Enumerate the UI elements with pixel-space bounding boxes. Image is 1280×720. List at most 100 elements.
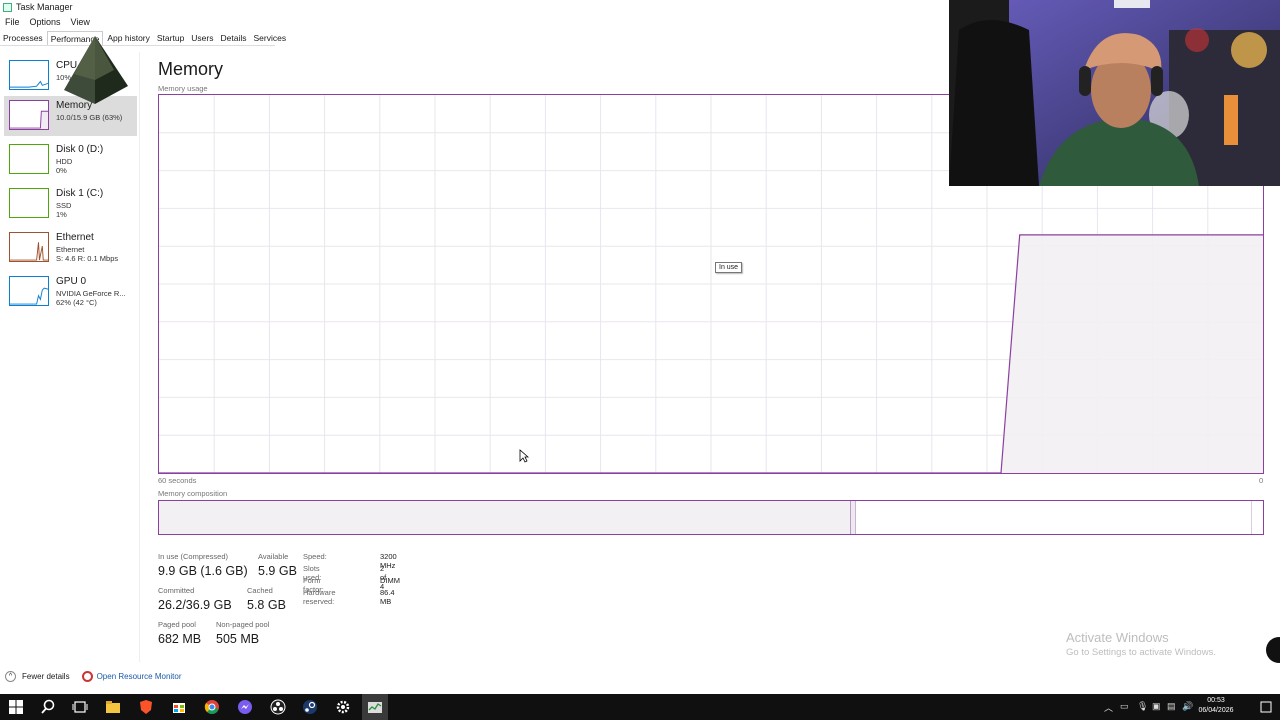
tray-display-icon[interactable]: ▣	[1152, 701, 1161, 712]
stat-label: Cached	[247, 586, 273, 595]
obs-studio-icon[interactable]	[270, 699, 286, 715]
show-hidden-icons-chevron-icon[interactable]: ︿	[1104, 701, 1113, 714]
mouse-cursor-icon	[519, 449, 529, 463]
windows-start-icon[interactable]	[8, 699, 24, 715]
brave-browser-icon[interactable]	[138, 699, 154, 715]
task-view-icon[interactable]	[72, 699, 88, 715]
taskbar-clock[interactable]: 00:53 06/04/2026	[1198, 696, 1234, 716]
footer-bar: ^ Fewer details Open Resource Monitor	[5, 671, 182, 682]
chevron-up-icon[interactable]: ^	[5, 671, 16, 682]
tab-details[interactable]: Details	[218, 31, 250, 45]
settings-gear-icon[interactable]	[335, 699, 351, 715]
sidebar-item-gpu-0[interactable]: GPU 0 NVIDIA GeForce R... 62% (42 °C)	[4, 272, 137, 312]
stat-label: Committed	[158, 586, 195, 595]
memory-composition-bar[interactable]	[158, 500, 1264, 535]
resource-monitor-icon[interactable]	[81, 671, 93, 682]
cpu-thumbnail-graph	[9, 60, 49, 90]
sidebar-item-label: GPU 0	[56, 276, 87, 287]
network-icon[interactable]: ▤	[1167, 701, 1176, 712]
fewer-details-link[interactable]: Fewer details	[22, 672, 70, 681]
sidebar-item-type: HDD	[56, 157, 73, 166]
stat-value: 9.9 GB (1.6 GB)	[158, 564, 248, 578]
sidebar-item-label: Disk 0 (D:)	[56, 144, 104, 155]
tab-processes[interactable]: Processes	[0, 31, 46, 45]
stat-label: In use (Compressed)	[158, 552, 229, 561]
stat-available: Available 5.9 GB	[258, 552, 297, 578]
sidebar-item-detail: 0%	[56, 166, 67, 175]
file-explorer-icon[interactable]	[105, 699, 121, 715]
activate-windows-watermark: Activate Windows Go to Settings to activ…	[1066, 630, 1216, 658]
stat-value: 682 MB	[158, 632, 202, 646]
memory-thumbnail-graph	[9, 100, 49, 130]
disk-0-thumbnail-graph	[9, 144, 49, 174]
pyramid-overlay-image	[64, 36, 128, 104]
sidebar-item-disk-0[interactable]: Disk 0 (D:) HDD 0%	[4, 140, 137, 180]
menu-view[interactable]: View	[66, 15, 95, 29]
microphone-icon[interactable]: 🎙	[1137, 701, 1148, 712]
webcam-overlay	[949, 0, 1280, 186]
stat-value: 5.9 GB	[258, 564, 297, 578]
menu-bar: File Options View	[0, 15, 95, 29]
stat-label: Available	[258, 552, 289, 561]
stat-cached: Cached 5.8 GB	[247, 586, 286, 612]
menu-file[interactable]: File	[0, 15, 25, 29]
store-icon[interactable]	[171, 699, 187, 715]
task-manager-taskbar-icon[interactable]	[367, 699, 383, 715]
spec-key: Hardware reserved:	[303, 588, 336, 606]
task-manager-icon	[3, 3, 12, 12]
composition-in-use-segment	[159, 501, 851, 534]
in-use-tooltip: In use	[715, 262, 743, 273]
sidebar-item-type: SSD	[56, 201, 72, 210]
clock-time: 00:53	[1207, 697, 1225, 704]
sidebar-item-detail: S: 4.6 R: 0.1 Mbps	[56, 254, 119, 263]
tab-strip: Processes Performance App history Startu…	[0, 31, 286, 46]
tab-startup[interactable]: Startup	[154, 31, 187, 45]
floating-round-button[interactable]	[1266, 637, 1280, 663]
memory-composition-label: Memory composition	[158, 489, 228, 498]
sidebar-item-disk-1[interactable]: Disk 1 (C:) SSD 1%	[4, 184, 137, 224]
search-icon[interactable]	[40, 699, 56, 715]
task-manager-window: Task Manager File Options View Processes…	[0, 0, 1280, 720]
spec-value: DIMM	[380, 576, 400, 585]
notifications-icon[interactable]	[1258, 699, 1274, 715]
stat-label: Non-paged pool	[216, 620, 270, 629]
stat-value: 505 MB	[216, 632, 260, 646]
open-resource-monitor-link[interactable]: Open Resource Monitor	[97, 672, 182, 681]
performance-sidebar: CPU 10% Memory 10.0/15.9 GB (63%) Disk 0…	[0, 52, 140, 662]
sidebar-item-detail: 62% (42 °C)	[56, 298, 97, 307]
chrome-icon[interactable]	[204, 699, 220, 715]
watermark-subtitle: Go to Settings to activate Windows.	[1066, 647, 1216, 658]
spec-value: 86.4 MB	[380, 588, 395, 606]
stat-non-paged-pool: Non-paged pool 505 MB	[216, 620, 269, 646]
tab-services[interactable]: Services	[250, 31, 289, 45]
disk-1-thumbnail-graph	[9, 188, 49, 218]
page-title: Memory	[158, 59, 224, 79]
sidebar-item-label: Ethernet	[56, 232, 94, 243]
window-title: Task Manager	[16, 2, 73, 12]
gpu-thumbnail-graph	[9, 276, 49, 306]
stat-value: 5.8 GB	[247, 598, 286, 612]
watermark-title: Activate Windows	[1066, 630, 1169, 645]
stat-committed: Committed 26.2/36.9 GB	[158, 586, 232, 612]
stat-paged-pool: Paged pool 682 MB	[158, 620, 201, 646]
graph-axis-end-label: 0	[1259, 476, 1264, 485]
tab-users[interactable]: Users	[188, 31, 216, 45]
stat-label: Paged pool	[158, 620, 196, 629]
sidebar-item-type: Ethernet	[56, 245, 85, 254]
composition-standby-segment	[856, 501, 1252, 534]
stat-in-use: In use (Compressed) 9.9 GB (1.6 GB)	[158, 552, 248, 578]
sidebar-item-label: Disk 1 (C:)	[56, 188, 104, 199]
messenger-icon[interactable]	[237, 699, 253, 715]
sidebar-item-ethernet[interactable]: Ethernet Ethernet S: 4.6 R: 0.1 Mbps	[4, 228, 137, 268]
windows-taskbar: ︿ ▭ 🎙 ▣ ▤ 🔊 00:53 06/04/2026	[0, 694, 1280, 720]
graph-time-axis-label: 60 seconds	[158, 476, 197, 485]
volume-icon[interactable]: 🔊	[1182, 701, 1193, 712]
sidebar-item-type: NVIDIA GeForce R...	[56, 289, 126, 298]
menu-options[interactable]: Options	[25, 15, 66, 29]
steam-icon[interactable]	[302, 699, 318, 715]
memory-usage-label: Memory usage	[158, 84, 208, 93]
sidebar-item-detail: 10.0/15.9 GB (63%)	[56, 113, 123, 122]
ethernet-thumbnail-graph	[9, 232, 49, 262]
tray-app-icon[interactable]: ▭	[1120, 701, 1129, 712]
clock-date: 06/04/2026	[1198, 707, 1234, 714]
